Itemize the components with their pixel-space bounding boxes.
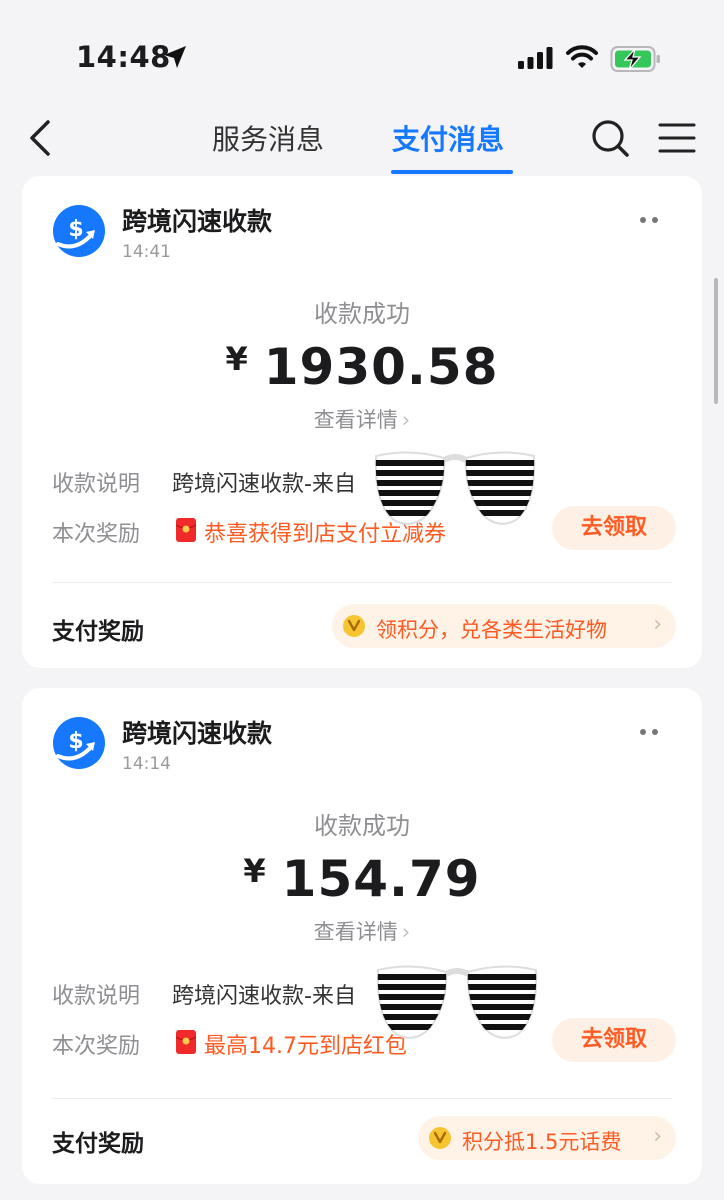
back-arrow-icon[interactable] — [26, 118, 56, 158]
description-value: 跨境闪速收款-来自 — [172, 472, 356, 497]
gold-coin-icon — [429, 1127, 451, 1149]
divider — [52, 1098, 672, 1099]
description-label: 收款说明 — [52, 984, 141, 1009]
cellular-signal-icon — [518, 47, 553, 69]
more-dots-icon[interactable] — [638, 216, 660, 224]
svg-text:$: $ — [68, 217, 83, 242]
tab-service-messages[interactable]: 服务消息 — [212, 118, 324, 158]
shutter-shades-sticker — [374, 451, 536, 525]
active-tab-indicator — [391, 170, 513, 174]
payment-amount: ¥154.79 — [22, 850, 702, 908]
location-arrow-icon — [164, 46, 186, 68]
view-details-link[interactable]: 查看详情 › — [22, 404, 702, 434]
payment-reward-label: 支付奖励 — [52, 1131, 144, 1157]
description-value: 跨境闪速收款-来自 — [172, 984, 356, 1009]
points-reward-text: 领积分，兑各类生活好物 — [376, 618, 607, 642]
payment-status: 收款成功 — [314, 812, 410, 840]
dollar-logo-icon: $ — [53, 205, 105, 257]
chevron-right-icon: › — [653, 1124, 662, 1149]
amount-value: 154.79 — [281, 850, 481, 908]
chevron-right-icon: › — [401, 408, 411, 432]
sender-name: 跨境闪速收款 — [122, 207, 273, 236]
description-label: 收款说明 — [52, 472, 141, 497]
claim-button[interactable]: 去领取 — [552, 506, 676, 550]
status-time: 14:48 — [76, 40, 171, 74]
wifi-icon — [566, 45, 598, 68]
amount-value: 1930.58 — [263, 338, 499, 396]
nav-bar: 服务消息 支付消息 — [0, 100, 724, 176]
status-bar: 14:48 — [0, 0, 724, 100]
divider — [52, 582, 672, 583]
chevron-right-icon: › — [653, 612, 662, 637]
dollar-logo-icon: $ — [53, 717, 105, 769]
currency-symbol: ¥ — [243, 852, 266, 890]
tab-payment-messages[interactable]: 支付消息 — [392, 118, 504, 158]
payment-message-card[interactable]: $ 跨境闪速收款 14:41 收款成功 ¥1930.58 查看详情 › 收款说明 … — [22, 176, 702, 668]
view-details-label: 查看详情 — [313, 920, 398, 944]
red-packet-icon — [176, 1030, 196, 1054]
red-packet-icon — [176, 518, 196, 542]
points-reward-pill[interactable]: 积分抵1.5元话费 › — [418, 1116, 676, 1160]
scrollbar[interactable] — [714, 278, 718, 404]
payment-message-card[interactable]: $ 跨境闪速收款 14:14 收款成功 ¥154.79 查看详情 › 收款说明 跨… — [22, 688, 702, 1184]
points-reward-text: 积分抵1.5元话费 — [462, 1130, 622, 1154]
points-reward-pill[interactable]: 领积分，兑各类生活好物 › — [332, 604, 676, 648]
menu-icon[interactable] — [658, 122, 696, 154]
payment-reward-label: 支付奖励 — [52, 619, 144, 645]
currency-symbol: ¥ — [225, 340, 248, 378]
chevron-right-icon: › — [401, 920, 411, 944]
view-details-label: 查看详情 — [313, 408, 398, 432]
more-dots-icon[interactable] — [638, 728, 660, 736]
gold-coin-icon — [343, 615, 365, 637]
view-details-link[interactable]: 查看详情 › — [22, 916, 702, 946]
message-time: 14:14 — [122, 754, 171, 774]
reward-label: 本次奖励 — [52, 1034, 141, 1059]
payment-amount: ¥1930.58 — [22, 338, 702, 396]
message-time: 14:41 — [122, 242, 171, 262]
svg-text:$: $ — [68, 729, 83, 754]
shutter-shades-sticker — [376, 965, 538, 1039]
payment-status: 收款成功 — [314, 300, 410, 328]
search-icon[interactable] — [590, 118, 630, 158]
reward-label: 本次奖励 — [52, 522, 141, 547]
battery-charging-icon — [610, 46, 660, 72]
claim-button[interactable]: 去领取 — [552, 1018, 676, 1062]
sender-name: 跨境闪速收款 — [122, 719, 273, 748]
